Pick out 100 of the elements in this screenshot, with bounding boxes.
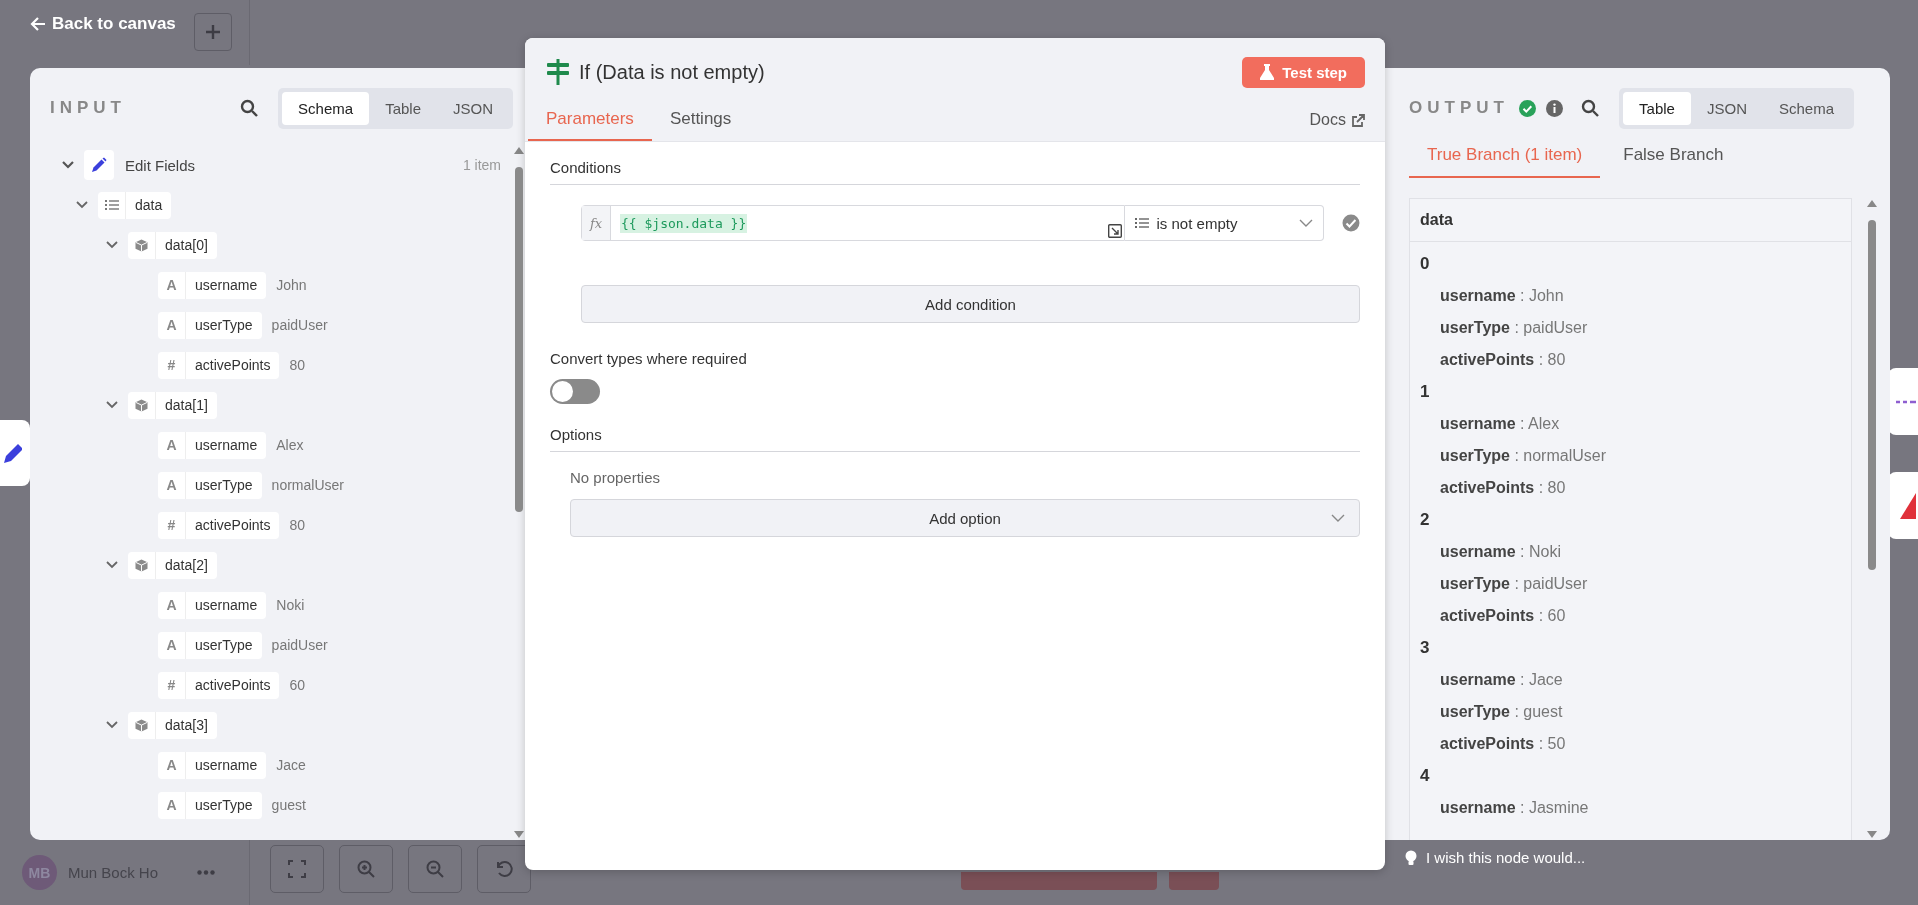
cube-icon <box>135 558 148 572</box>
view-tab[interactable]: Schema <box>1762 91 1850 125</box>
section-label: Conditions <box>550 159 1360 185</box>
cube-icon <box>135 238 148 252</box>
add-condition-button[interactable]: Add condition <box>581 285 1360 323</box>
view-tab[interactable]: Table <box>1623 91 1691 125</box>
schema-key[interactable]: data[3] <box>128 711 217 739</box>
pencil-icon <box>84 150 114 180</box>
schema-key[interactable]: # activePoints <box>158 511 280 539</box>
schema-value: 80 <box>289 517 306 533</box>
item-index: 2 <box>1420 509 1431 531</box>
chevron-icon[interactable] <box>106 561 118 569</box>
docs-link[interactable]: Docs <box>1309 111 1365 141</box>
toggle-switch[interactable] <box>550 379 600 404</box>
list-icon <box>104 199 119 211</box>
chevron-icon[interactable] <box>106 721 118 729</box>
scrollbar[interactable] <box>513 145 525 840</box>
empty-message: No properties <box>570 469 662 486</box>
scroll-down-icon[interactable] <box>1867 831 1877 838</box>
schema-key[interactable]: A userType <box>158 471 262 499</box>
caret-icon <box>1299 219 1314 227</box>
schema-key[interactable]: # activePoints <box>158 671 280 699</box>
schema-value: paidUser <box>271 637 328 653</box>
field-value: userType : normalUser <box>1439 446 1607 466</box>
view-tab[interactable]: Schema <box>282 91 370 125</box>
schema-key[interactable]: A userType <box>158 631 262 659</box>
expand-icon[interactable] <box>1107 224 1122 238</box>
flask-icon <box>1260 64 1275 80</box>
fit-view-button[interactable] <box>270 845 324 893</box>
zoom-out-button[interactable] <box>408 845 462 893</box>
item-index: 4 <box>1420 765 1431 787</box>
chevron-icon[interactable] <box>106 241 118 249</box>
schema-value: 80 <box>289 357 306 373</box>
item-index: 1 <box>1420 381 1431 403</box>
schema-key[interactable]: data[1] <box>128 391 217 419</box>
item-count: 1 item <box>462 157 501 173</box>
canvas-node[interactable] <box>1888 368 1918 435</box>
add-option-button[interactable]: Add option <box>570 499 1360 537</box>
search-icon[interactable] <box>240 99 259 117</box>
field-value: userType : paidUser <box>1439 574 1589 594</box>
zoom-in-icon <box>356 859 376 879</box>
node-name: Edit Fields <box>125 156 196 174</box>
more-icon[interactable] <box>197 870 216 875</box>
undo-icon <box>494 859 514 879</box>
cube-icon <box>135 398 148 412</box>
schema-key[interactable]: A userType <box>158 791 262 819</box>
field-value: username : Noki <box>1439 542 1562 562</box>
lightbulb-icon <box>1405 849 1417 866</box>
feedback-link[interactable]: I wish this node would... <box>1405 849 1586 866</box>
schema-key[interactable]: # activePoints <box>158 351 280 379</box>
field-value: username : John <box>1439 286 1565 306</box>
list-icon <box>1134 217 1149 229</box>
zoom-out-icon <box>425 859 445 879</box>
field-value: activePoints : 80 <box>1439 478 1567 498</box>
view-tab[interactable]: JSON <box>1690 91 1763 125</box>
back-link[interactable]: Back to canvas <box>30 14 176 34</box>
view-tab[interactable]: JSON <box>437 91 509 125</box>
external-link-icon <box>1352 113 1365 127</box>
field-value: username : Jasmine <box>1439 798 1590 818</box>
schema-value: 60 <box>289 677 306 693</box>
cube-icon <box>135 718 148 732</box>
schema-key[interactable]: A username <box>158 431 267 459</box>
schema-key[interactable]: data[0] <box>128 231 217 259</box>
scroll-up-icon[interactable] <box>514 147 524 154</box>
canvas-node[interactable] <box>1888 472 1918 539</box>
item-index: 0 <box>1420 253 1431 275</box>
add-button[interactable] <box>194 13 232 51</box>
schema-key[interactable]: A username <box>158 751 267 779</box>
scroll-down-icon[interactable] <box>514 831 524 838</box>
search-icon[interactable] <box>1581 99 1600 117</box>
schema-key[interactable]: A username <box>158 271 267 299</box>
field-value: username : Alex <box>1439 414 1561 434</box>
chevron-icon[interactable] <box>62 161 74 169</box>
item-index: 3 <box>1420 637 1431 659</box>
fullscreen-icon <box>287 859 307 879</box>
column-header: data <box>1410 199 1851 242</box>
info-icon[interactable] <box>1545 99 1563 117</box>
scroll-up-icon[interactable] <box>1867 200 1877 207</box>
branch-tab[interactable]: False Branch <box>1605 141 1742 178</box>
chevron-icon[interactable] <box>106 401 118 409</box>
panel-title: OUTPUT <box>1409 98 1509 118</box>
zoom-in-button[interactable] <box>339 845 393 893</box>
schema-value: guest <box>271 797 306 813</box>
schema-value: normalUser <box>271 477 344 493</box>
schema-key[interactable]: data <box>98 191 172 219</box>
scrollbar[interactable] <box>1866 198 1878 840</box>
schema-key[interactable]: A userType <box>158 311 262 339</box>
field-value: activePoints : 80 <box>1439 350 1567 370</box>
arrow-left-icon <box>30 16 46 32</box>
field-value: userType : guest <box>1439 702 1564 722</box>
view-tab[interactable]: Table <box>369 91 437 125</box>
field-label: Convert types where required <box>550 350 748 367</box>
panel-tab[interactable]: Settings <box>651 109 750 141</box>
canvas-node[interactable] <box>0 420 30 486</box>
operator-dropdown[interactable]: is not empty <box>1124 205 1325 241</box>
schema-value: paidUser <box>271 317 328 333</box>
chevron-icon[interactable] <box>76 201 88 209</box>
plus-icon <box>204 23 222 41</box>
schema-key[interactable]: A username <box>158 591 267 619</box>
schema-key[interactable]: data[2] <box>128 551 217 579</box>
